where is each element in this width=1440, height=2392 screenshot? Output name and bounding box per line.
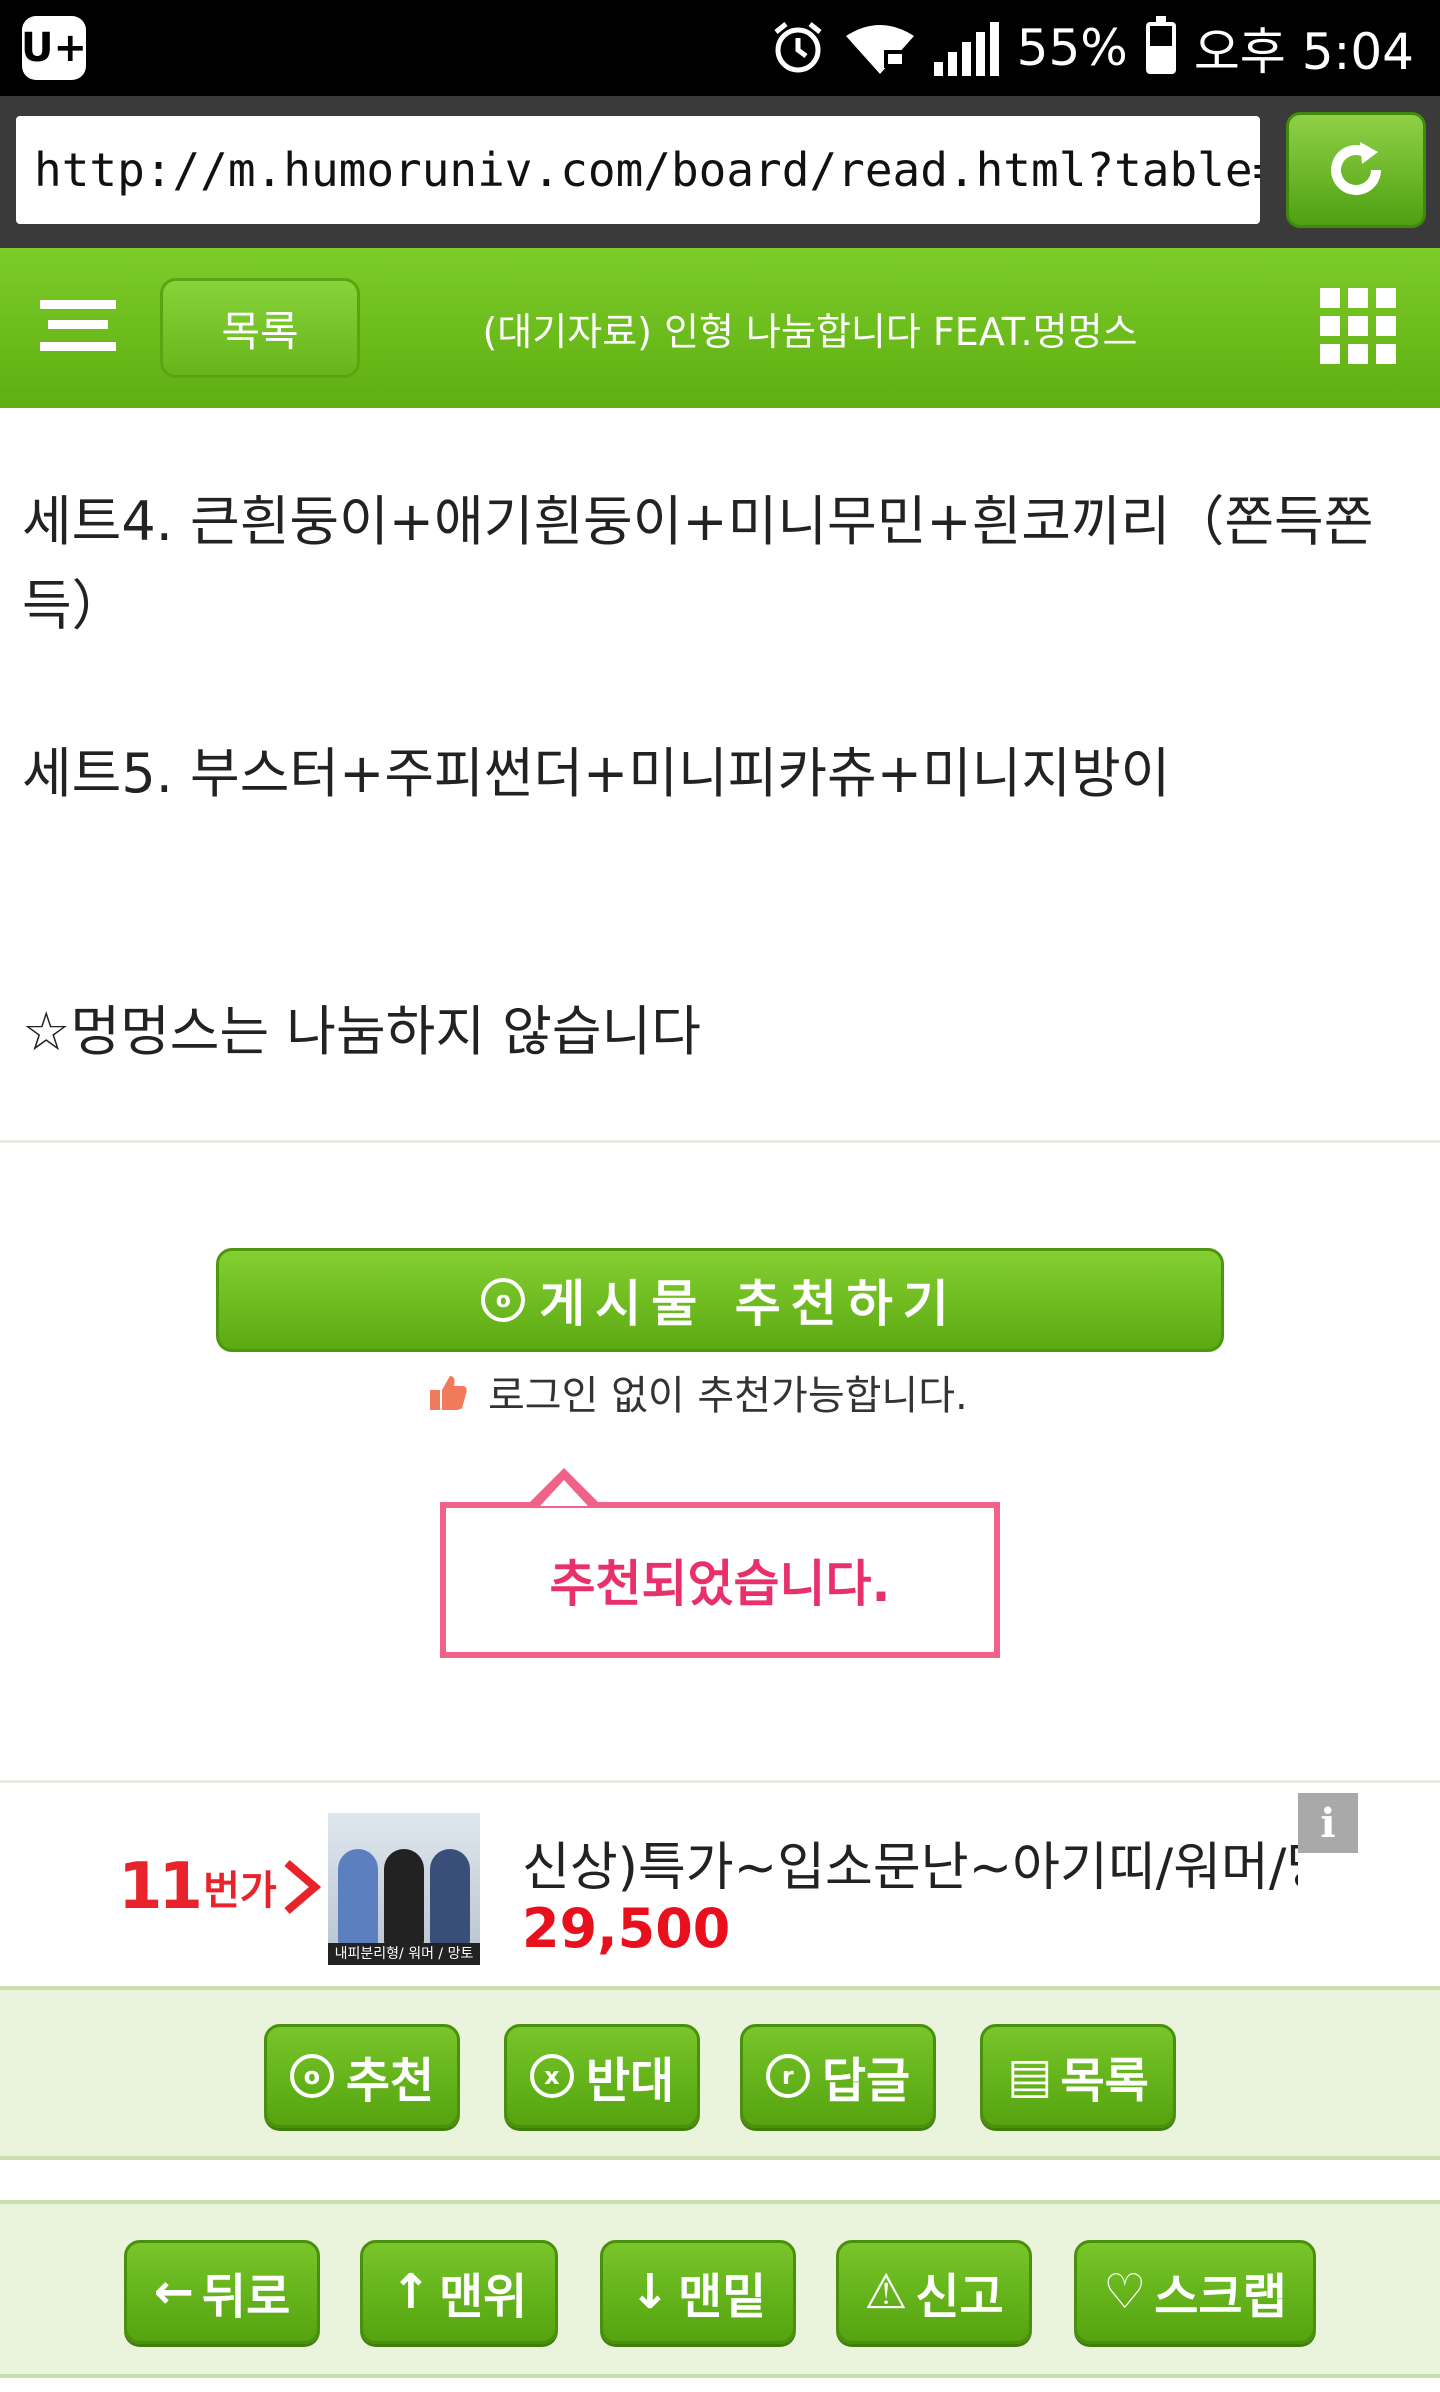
ad-logo-number: 11 (118, 1850, 203, 1924)
circle-o-icon: o (481, 1278, 526, 1322)
list-bottom-button-label: 목록 (1060, 2053, 1149, 2109)
recommend-button[interactable]: o 추천 (264, 2024, 460, 2128)
ad-price: 29,500 (522, 1897, 731, 1960)
signal-icon (933, 20, 999, 76)
article-line: 세트5. 부스터+주피썬더+미니피카츄+미니지방이 (22, 742, 1171, 805)
ad-banner[interactable]: 11 번가 내피분리형/ 워머 / 망토 신상)특가~입소문난~아기띠/워머/망… (0, 1780, 1440, 1986)
ad-logo: 11 번가 (118, 1847, 325, 1927)
menu-icon[interactable] (40, 298, 120, 358)
article-line: ☆멍멍스는 나눔하지 않습니다 (22, 1000, 701, 1063)
divider (0, 1140, 1440, 1143)
navigation-action-bar: ← 뒤로 ↑ 맨위 ↓ 맨밑 ⚠ 신고 ♡ 스크랩 (0, 2200, 1440, 2378)
circle-o-icon: o (289, 2054, 334, 2098)
site-header: 목록 (대기자료) 인형 나눔합니다 FEAT.멍멍스 (0, 248, 1440, 408)
url-input[interactable]: http://m.humoruniv.com/board/read.html?t… (16, 116, 1260, 224)
toast-text: 추천되었습니다. (549, 1555, 891, 1613)
top-button[interactable]: ↑ 맨위 (360, 2240, 558, 2344)
ad-logo-text: 번가 (203, 1868, 277, 1914)
thumbs-up-icon (430, 1376, 467, 1410)
article-line: 득） (22, 574, 126, 637)
oppose-button[interactable]: x 반대 (504, 2024, 700, 2128)
toast-arrow-inner (540, 1480, 588, 1506)
heart-icon: ♡ (1103, 2264, 1147, 2320)
alarm-icon (770, 20, 826, 76)
ad-product-image[interactable]: 내피분리형/ 워머 / 망토 (328, 1813, 480, 1965)
reply-button[interactable]: r 답글 (740, 2024, 936, 2128)
recommend-post-label: 게시물 추천하기 (539, 1275, 959, 1333)
recommend-note: 로그인 없이 추천가능합니다. (428, 1362, 968, 1422)
grid-menu-icon[interactable] (1320, 288, 1396, 364)
battery-icon (1145, 16, 1176, 74)
scrap-button[interactable]: ♡ 스크랩 (1074, 2240, 1316, 2344)
recommend-toast: 추천되었습니다. (440, 1502, 1000, 1658)
post-action-bar: o 추천 x 반대 r 답글 ▤ 목록 (0, 1986, 1440, 2160)
arrow-up-icon: ↑ (390, 2264, 431, 2320)
circle-r-icon: r (765, 2054, 810, 2098)
status-icons: 55% 오후 5:04 (770, 0, 1414, 96)
report-button-label: 신고 (915, 2269, 1004, 2325)
reload-button[interactable] (1286, 112, 1426, 228)
list-bottom-button[interactable]: ▤ 목록 (980, 2024, 1176, 2128)
list-button[interactable]: 목록 (160, 278, 360, 378)
recommend-note-text: 로그인 없이 추천가능합니다. (488, 1373, 968, 1419)
bottom-button[interactable]: ↓ 맨밑 (600, 2240, 796, 2344)
back-button[interactable]: ← 뒤로 (124, 2240, 320, 2344)
carrier-logo: U+ (21, 16, 87, 80)
arrow-left-icon: ← (153, 2264, 194, 2320)
oppose-button-label: 반대 (585, 2053, 675, 2109)
ad-title[interactable]: 신상)특가~입소문난~아기띠/워머/망토 (522, 1825, 1298, 1900)
chevron-right-icon (284, 1859, 321, 1915)
recommend-post-button[interactable]: o 게시물 추천하기 (216, 1248, 1224, 1352)
ad-image-caption: 내피분리형/ 워머 / 망토 (328, 1943, 480, 1965)
reply-button-label: 답글 (821, 2053, 911, 2109)
browser-toolbar: http://m.humoruniv.com/board/read.html?t… (0, 96, 1440, 248)
refresh-icon (1331, 142, 1381, 195)
battery-percent: 55% (1016, 19, 1128, 77)
arrow-down-icon: ↓ (629, 2264, 670, 2320)
page-title: (대기자료) 인형 나눔합니다 FEAT.멍멍스 (482, 309, 1138, 354)
article-line: 세트4. 큰흰둥이+애기흰둥이+미니무민+흰코끼리（쫀득쫀 (22, 490, 1374, 553)
wifi-icon (844, 20, 916, 76)
scrap-button-label: 스크랩 (1154, 2269, 1287, 2325)
report-button[interactable]: ⚠ 신고 (836, 2240, 1032, 2344)
list-icon: ▤ (1007, 2048, 1053, 2104)
back-button-label: 뒤로 (201, 2269, 291, 2325)
top-button-label: 맨위 (438, 2269, 528, 2325)
clock: 오후 5:04 (1193, 23, 1414, 81)
warning-icon: ⚠ (864, 2264, 908, 2320)
info-icon[interactable]: i (1298, 1793, 1358, 1853)
bottom-button-label: 맨밑 (677, 2269, 767, 2325)
status-bar: U+ 55% 오후 5:04 (0, 0, 1440, 96)
circle-x-icon: x (529, 2054, 574, 2098)
recommend-button-label: 추천 (345, 2053, 435, 2109)
